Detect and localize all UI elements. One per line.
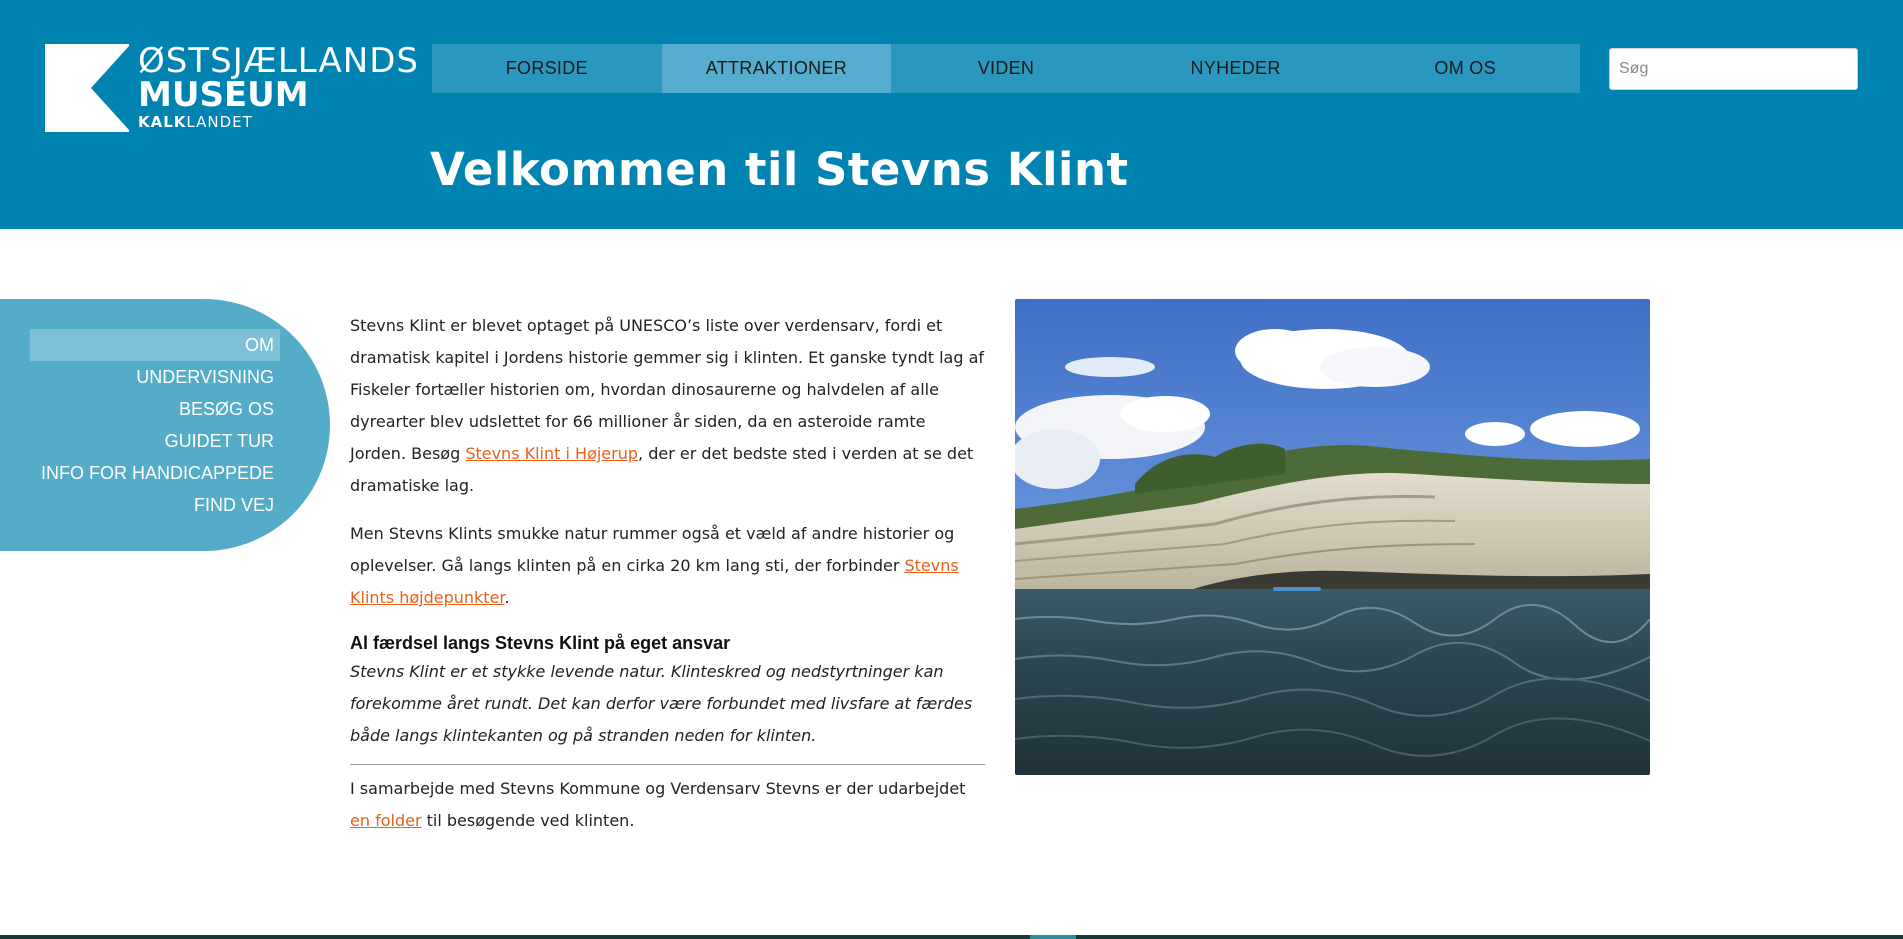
stevns-klint-photo [1015, 299, 1650, 775]
sidebar-item-om[interactable]: OM [30, 329, 280, 361]
sidebar-item-info-for-handicappede[interactable]: INFO FOR HANDICAPPEDE [30, 457, 280, 489]
cliff-photo-illustration [1015, 299, 1650, 775]
folder-link[interactable]: en folder [350, 811, 422, 830]
sidebar-item-find-vej[interactable]: FIND VEJ [30, 489, 280, 521]
intro-text: Stevns Klint er blevet optaget på UNESCO… [350, 316, 985, 463]
nav-item-forside[interactable]: FORSIDE [432, 44, 662, 93]
footer-strip [0, 935, 1903, 939]
sidebar-item-besog-os[interactable]: BESØG OS [30, 393, 280, 425]
sidebar-item-guidet-tur[interactable]: GUIDET TUR [30, 425, 280, 457]
nav-item-om-os[interactable]: OM OS [1350, 44, 1580, 93]
page-title: Velkommen til Stevns Klint [430, 143, 1129, 196]
site-header: ØSTSJÆLLANDS MUSEUM KALKLANDET FORSIDE A… [0, 0, 1903, 229]
logo-mark-icon [45, 44, 129, 132]
site-logo[interactable]: ØSTSJÆLLANDS MUSEUM KALKLANDET [45, 41, 418, 134]
folder-text-end: til besøgende ved klinten. [421, 811, 635, 830]
warning-heading: Al færdsel langs Stevns Klint på eget an… [350, 633, 731, 653]
section-sidebar: OM UNDERVISNING BESØG OS GUIDET TUR INFO… [0, 299, 330, 551]
content-divider [350, 764, 985, 765]
intro-paragraph: Stevns Klint er blevet optaget på UNESCO… [350, 310, 985, 502]
folder-text: I samarbejde med Stevns Kommune og Verde… [350, 779, 966, 798]
footer-notch [1030, 935, 1076, 939]
nav-item-viden[interactable]: VIDEN [891, 44, 1121, 93]
article-content: Stevns Klint er blevet optaget på UNESCO… [350, 310, 985, 853]
folder-paragraph: I samarbejde med Stevns Kommune og Verde… [350, 773, 985, 837]
hojerup-link[interactable]: Stevns Klint i Højerup [465, 444, 638, 463]
logo-text-landet: LANDET [186, 113, 253, 131]
nature-paragraph: Men Stevns Klints smukke natur rummer og… [350, 518, 985, 614]
logo-text-line2: MUSEUM [138, 75, 309, 115]
nature-text-end: . [504, 588, 510, 607]
logo-text-line3: KALKLANDET [138, 112, 253, 132]
warning-text: Stevns Klint er et stykke levende natur.… [350, 662, 973, 745]
nature-text: Men Stevns Klints smukke natur rummer og… [350, 524, 955, 575]
search-input[interactable] [1609, 48, 1858, 90]
nav-item-nyheder[interactable]: NYHEDER [1121, 44, 1351, 93]
sidebar-item-undervisning[interactable]: UNDERVISNING [30, 361, 280, 393]
logo-text-kalk: KALK [138, 113, 187, 131]
main-navigation: FORSIDE ATTRAKTIONER VIDEN NYHEDER OM OS [432, 44, 1580, 93]
nav-item-attraktioner[interactable]: ATTRAKTIONER [661, 44, 892, 93]
